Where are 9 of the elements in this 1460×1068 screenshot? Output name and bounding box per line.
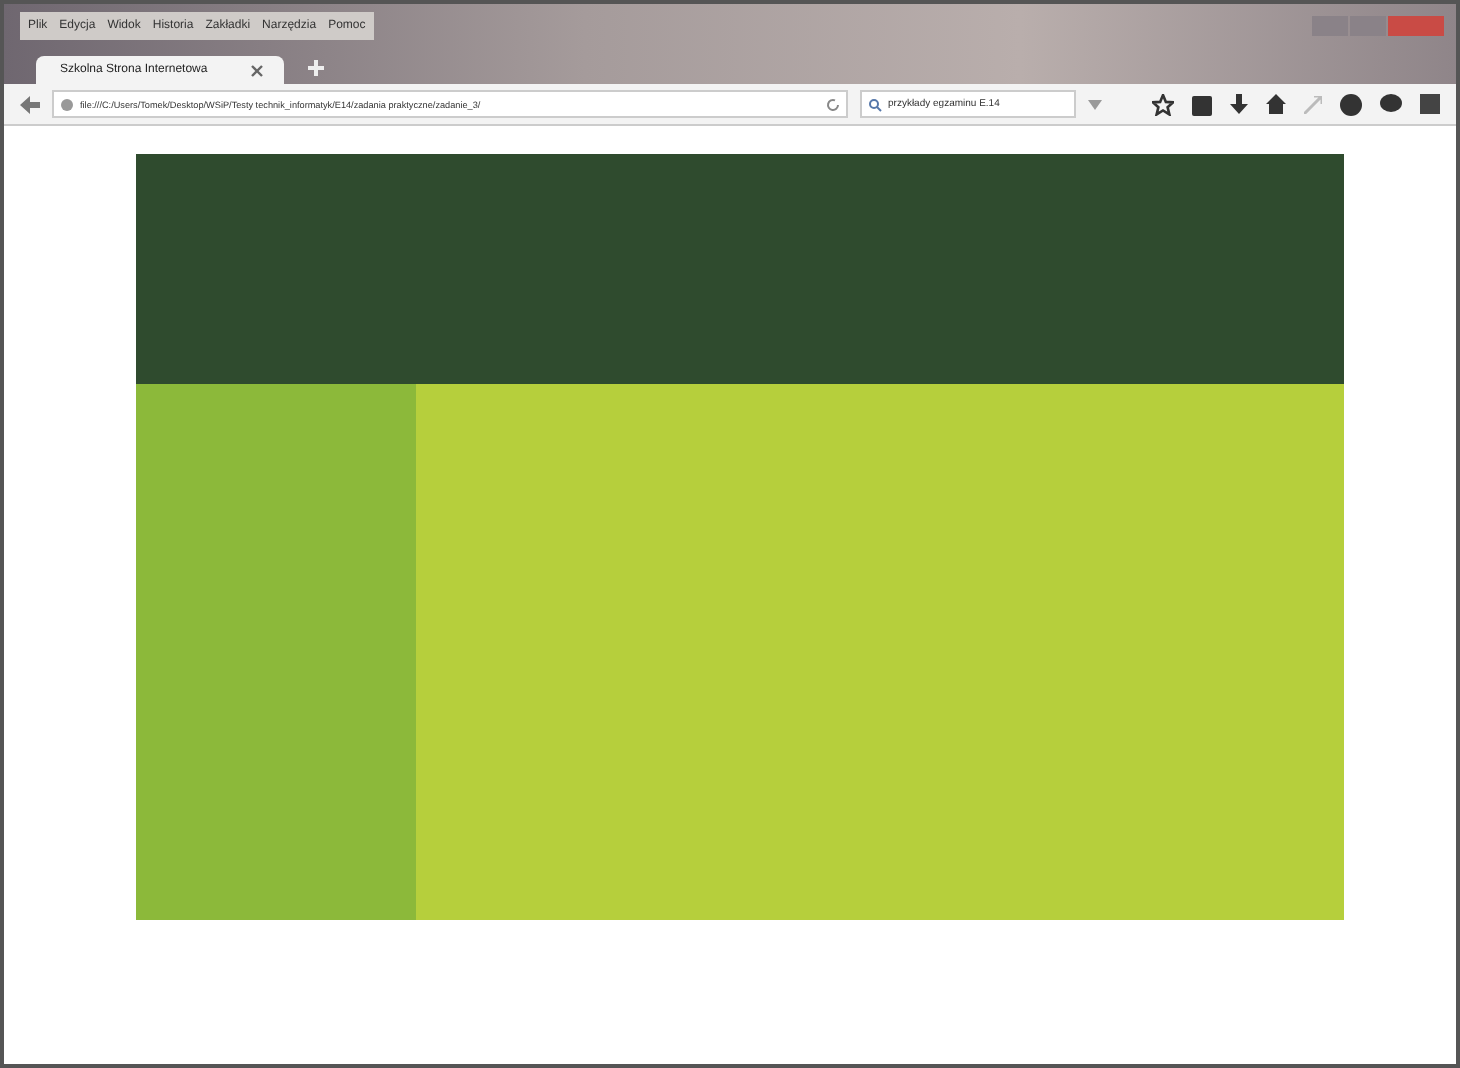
download-icon[interactable] [1230, 93, 1248, 115]
back-icon[interactable] [20, 95, 40, 113]
search-icon [868, 97, 882, 111]
new-tab-icon[interactable] [308, 60, 324, 76]
dropdown-icon[interactable] [1088, 99, 1102, 109]
star-icon[interactable] [1152, 93, 1174, 115]
close-icon[interactable] [250, 63, 264, 77]
reload-icon[interactable] [826, 97, 840, 111]
home-icon[interactable] [1266, 94, 1286, 114]
